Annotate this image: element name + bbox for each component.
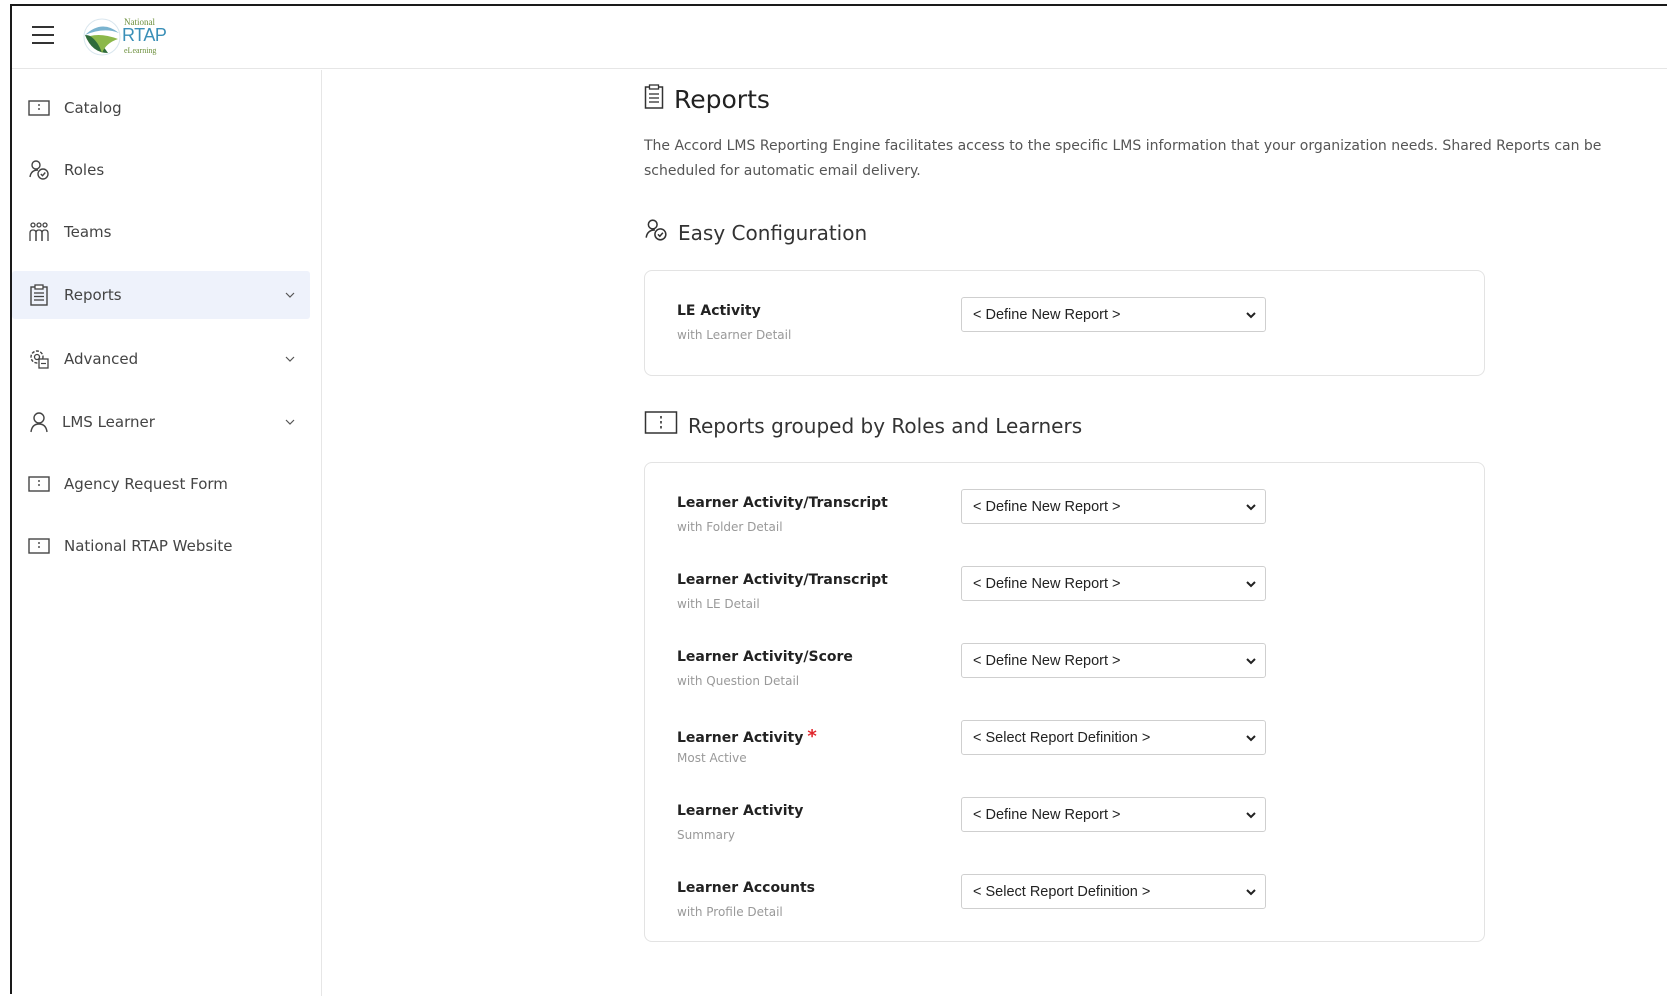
required-marker: * (807, 726, 817, 747)
report-name: LE Activity (677, 303, 761, 319)
report-name: Learner Activity/Transcript (677, 495, 888, 511)
team-icon (28, 221, 50, 243)
report-subtitle: with Learner Detail (677, 328, 792, 342)
gears-icon (28, 348, 50, 370)
page-title: Reports (674, 85, 770, 114)
chevron-down-icon[interactable] (284, 289, 296, 301)
sidebar-item-label: Teams (64, 223, 112, 241)
book-icon (28, 535, 50, 557)
sidebar-item-teams[interactable]: Teams (12, 208, 310, 256)
user-icon (28, 411, 50, 433)
chevron-down-icon (1245, 578, 1257, 590)
grouped-reports-card: Learner Activity/Transcript with Folder … (644, 462, 1485, 942)
sidebar-item-label: Roles (64, 161, 105, 179)
sidebar-item-label: Agency Request Form (64, 475, 228, 493)
sidebar-item-advanced[interactable]: Advanced (12, 335, 310, 383)
report-select[interactable]: < Select Report Definition > (961, 720, 1266, 755)
sidebar: Catalog Roles Teams Reports Advanced LMS… (12, 70, 322, 996)
chevron-down-icon (1245, 732, 1257, 744)
user-check-icon (644, 218, 668, 247)
report-subtitle: with LE Detail (677, 597, 760, 611)
report-name: Learner Activity * (677, 726, 817, 747)
report-select[interactable]: < Define New Report > (961, 489, 1266, 524)
report-name: Learner Activity (677, 803, 804, 819)
report-select[interactable]: < Select Report Definition > (961, 874, 1266, 909)
easy-config-card: LE Activity with Learner Detail < Define… (644, 270, 1485, 376)
report-subtitle: with Profile Detail (677, 905, 783, 919)
report-row: Learner Activity Summary < Define New Re… (677, 797, 1457, 853)
report-select[interactable]: < Define New Report > (961, 643, 1266, 678)
report-select-value: < Select Report Definition > (973, 729, 1151, 746)
report-subtitle: Most Active (677, 751, 747, 765)
report-select-value: < Define New Report > (973, 575, 1121, 592)
page-description: The Accord LMS Reporting Engine facilita… (644, 134, 1667, 184)
report-select[interactable]: < Define New Report > (961, 566, 1266, 601)
sidebar-item-label: Reports (64, 286, 122, 304)
clipboard-icon (644, 84, 664, 115)
sidebar-item-label: National RTAP Website (64, 537, 233, 555)
report-row: Learner Activity/Transcript with LE Deta… (677, 566, 1457, 622)
section-title: Easy Configuration (678, 220, 868, 245)
logo-elearning-text: eLearning (124, 46, 157, 55)
sidebar-item-catalog[interactable]: Catalog (12, 84, 310, 132)
report-select-value: < Select Report Definition > (973, 883, 1151, 900)
book-icon (28, 473, 50, 495)
report-row: Learner Accounts with Profile Detail < S… (677, 874, 1457, 930)
book-icon (28, 97, 50, 119)
report-name: Learner Activity/Transcript (677, 572, 888, 588)
description-line: scheduled for automatic email delivery. (644, 163, 921, 179)
user-check-icon (28, 159, 50, 181)
chevron-down-icon (1245, 655, 1257, 667)
page-header: Reports (644, 84, 770, 115)
chevron-down-icon[interactable] (284, 353, 296, 365)
menu-icon[interactable] (32, 26, 54, 44)
chevron-down-icon[interactable] (284, 416, 296, 428)
sidebar-item-lms-learner[interactable]: LMS Learner (12, 398, 310, 446)
report-subtitle: with Question Detail (677, 674, 800, 688)
report-select[interactable]: < Define New Report > (961, 297, 1266, 332)
report-name-text: Learner Activity (677, 730, 804, 746)
sidebar-item-national-rtap-website[interactable]: National RTAP Website (12, 522, 310, 570)
section-header-grouped: Reports grouped by Roles and Learners (644, 410, 1082, 441)
sidebar-item-label: LMS Learner (62, 413, 155, 431)
book-icon (644, 410, 678, 441)
sidebar-item-label: Catalog (64, 99, 122, 117)
report-select-value: < Define New Report > (973, 498, 1121, 515)
description-line: The Accord LMS Reporting Engine facilita… (644, 138, 1602, 154)
top-header: National RTAP eLearning (12, 6, 1667, 69)
sidebar-item-reports[interactable]: Reports (12, 271, 310, 319)
report-select[interactable]: < Define New Report > (961, 797, 1266, 832)
chevron-down-icon (1245, 809, 1257, 821)
sidebar-item-roles[interactable]: Roles (12, 146, 310, 194)
report-row: Learner Activity * Most Active < Select R… (677, 720, 1457, 776)
report-select-value: < Define New Report > (973, 806, 1121, 823)
chevron-down-icon (1245, 309, 1257, 321)
chevron-down-icon (1245, 501, 1257, 513)
report-row: Learner Activity/Score with Question Det… (677, 643, 1457, 699)
clipboard-icon (28, 284, 50, 306)
logo-leaf-icon (83, 18, 121, 56)
sidebar-item-label: Advanced (64, 350, 139, 368)
sidebar-item-agency-request-form[interactable]: Agency Request Form (12, 460, 310, 508)
report-row: Learner Activity/Transcript with Folder … (677, 489, 1457, 545)
section-header-easy-config: Easy Configuration (644, 218, 867, 247)
report-subtitle: with Folder Detail (677, 520, 783, 534)
report-name: Learner Accounts (677, 880, 816, 896)
report-select-value: < Define New Report > (973, 306, 1121, 323)
logo[interactable]: National RTAP eLearning (82, 15, 167, 59)
chevron-down-icon (1245, 886, 1257, 898)
logo-rtap-text: RTAP (122, 25, 167, 45)
report-select-value: < Define New Report > (973, 652, 1121, 669)
section-title: Reports grouped by Roles and Learners (688, 413, 1083, 438)
report-subtitle: Summary (677, 828, 735, 842)
report-name: Learner Activity/Score (677, 649, 853, 665)
app-frame: National RTAP eLearning Catalog Roles Te… (10, 4, 1667, 996)
report-row: LE Activity with Learner Detail < Define… (677, 297, 1457, 353)
